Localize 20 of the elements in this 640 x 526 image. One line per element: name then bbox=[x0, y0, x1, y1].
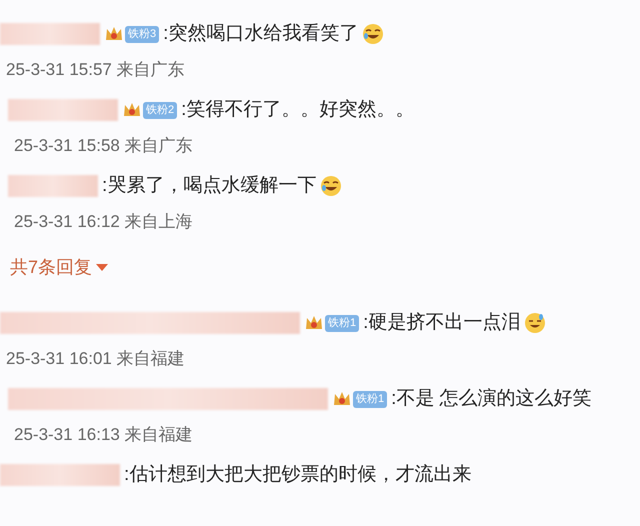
comment-text: :硬是挤不出一点泪 bbox=[363, 311, 520, 335]
fan-badge: 铁粉1 bbox=[353, 390, 388, 408]
replies-link[interactable]: 共7条回复 bbox=[10, 254, 108, 281]
fan-badge: 铁粉1 bbox=[325, 314, 360, 332]
comment-text: :笑得不行了。。好突然。。 bbox=[181, 98, 414, 122]
laughing-crying-emoji-icon bbox=[320, 175, 342, 198]
comment-time: 25-3-31 15:58 来自广东 bbox=[13, 134, 194, 156]
caret-icon bbox=[96, 264, 108, 272]
comment-text: :不是 怎么演的这么好笑 bbox=[391, 387, 592, 411]
comment-time: 25-3-31 16:12 来自上海 bbox=[13, 210, 194, 232]
fan-badge: 铁粉3 bbox=[125, 26, 160, 43]
comment-time: 25-3-31 15:57 来自广东 bbox=[5, 58, 186, 80]
comment-text: :估计想到大把大把钞票的时候，才流出来 bbox=[124, 463, 472, 487]
comment-time: 25-3-31 16:13 来自福建 bbox=[13, 424, 194, 446]
sweat-smile-emoji-icon bbox=[524, 312, 546, 334]
comment-time: 25-3-31 16:01 来自福建 bbox=[5, 348, 186, 370]
laughing-crying-emoji-icon bbox=[362, 23, 384, 46]
fan-badge: 铁粉2 bbox=[143, 102, 178, 119]
comment-text: :哭累了，喝点水缓解一下 bbox=[102, 174, 316, 198]
comment-text: :突然喝口水给我看笑了 bbox=[163, 22, 358, 46]
